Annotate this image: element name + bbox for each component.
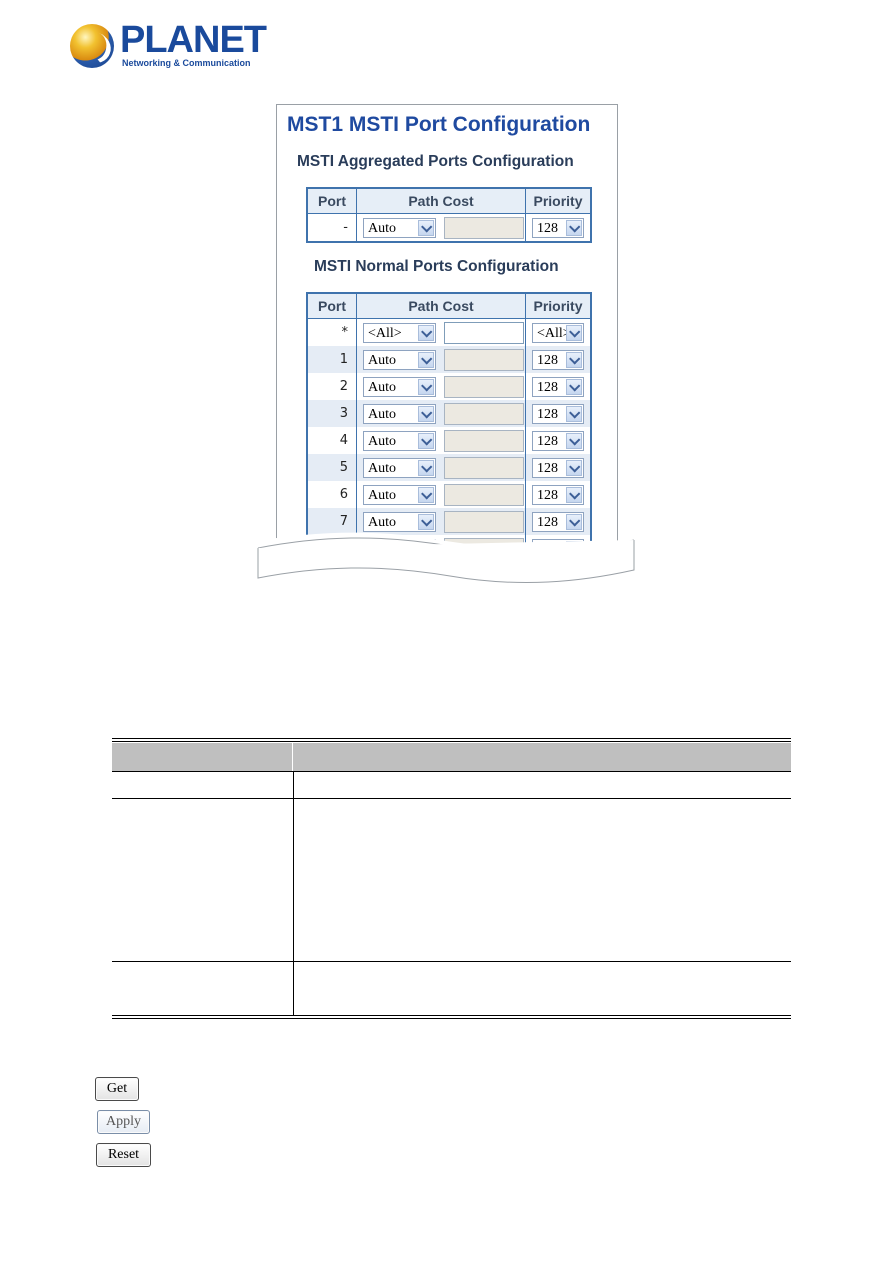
priority-select[interactable]: 128 (532, 484, 584, 505)
header-path-cost: Path Cost (356, 187, 526, 214)
chevron-down-icon (566, 513, 582, 530)
chevron-down-icon (418, 351, 434, 368)
table-row: 3 Auto 128 (306, 400, 592, 427)
path-cost-input[interactable] (444, 348, 524, 371)
reset-button[interactable]: Reset (96, 1143, 151, 1167)
get-button[interactable]: Get (95, 1077, 139, 1101)
header-path-cost: Path Cost (356, 292, 526, 319)
port-cell: * (306, 318, 357, 346)
path-cost-input[interactable] (444, 483, 524, 506)
port-cell: 5 (306, 454, 357, 481)
desc-table-bottom-border (112, 1015, 791, 1019)
chevron-down-icon (418, 378, 434, 395)
path-cost-select[interactable]: Auto (363, 349, 436, 370)
msti-port-config-screenshot: MST1 MSTI Port Configuration MSTI Aggreg… (276, 104, 618, 575)
apply-button[interactable]: Apply (97, 1110, 150, 1134)
chevron-down-icon (418, 459, 434, 476)
table-row: - Auto 128 (306, 213, 592, 242)
port-cell: - (306, 213, 357, 242)
desc-table-top-border (112, 738, 791, 742)
normal-section-title: MSTI Normal Ports Configuration (314, 258, 559, 275)
brand-tagline: Networking & Communication (122, 58, 251, 68)
header-port: Port (306, 292, 357, 319)
port-cell: 1 (306, 346, 357, 373)
brand-name: PLANET (120, 19, 267, 61)
priority-select[interactable]: 128 (532, 349, 584, 370)
path-cost-input[interactable] (444, 402, 524, 425)
path-cost-select[interactable]: Auto (363, 511, 436, 532)
table-row: * <All> <All> (306, 318, 592, 346)
chevron-down-icon (566, 378, 582, 395)
port-cell: 2 (306, 373, 357, 400)
chevron-down-icon (566, 459, 582, 476)
chevron-down-icon (418, 405, 434, 422)
path-cost-select[interactable]: Auto (363, 403, 436, 424)
priority-select[interactable]: 128 (532, 511, 584, 532)
chevron-down-icon (566, 324, 582, 341)
chevron-down-icon (418, 486, 434, 503)
chevron-down-icon (566, 405, 582, 422)
priority-select[interactable]: 128 (532, 376, 584, 397)
table-row: 4 Auto 128 (306, 427, 592, 454)
chevron-down-icon (418, 432, 434, 449)
path-cost-input[interactable] (444, 321, 524, 344)
path-cost-select[interactable]: Auto (363, 376, 436, 397)
desc-table-row (112, 771, 791, 798)
desc-table-row (112, 961, 791, 1016)
path-cost-input[interactable] (444, 456, 524, 479)
table-row: 6 Auto 128 (306, 481, 592, 508)
table-row: 2 Auto 128 (306, 373, 592, 400)
normal-ports-table: Port Path Cost Priority * <All> <All> 1 Auto… (306, 292, 592, 564)
priority-select[interactable]: 128 (532, 217, 584, 238)
table-row: 5 Auto 128 (306, 454, 592, 481)
chevron-down-icon (418, 219, 434, 236)
table-row: 1 Auto 128 (306, 346, 592, 373)
chevron-down-icon (566, 219, 582, 236)
path-cost-select[interactable]: Auto (363, 484, 436, 505)
header-priority: Priority (525, 292, 592, 319)
port-cell: 4 (306, 427, 357, 454)
path-cost-input[interactable] (444, 216, 524, 239)
priority-select[interactable]: 128 (532, 430, 584, 451)
priority-select[interactable]: 128 (532, 457, 584, 478)
chevron-down-icon (566, 486, 582, 503)
path-cost-select[interactable]: Auto (363, 430, 436, 451)
port-cell: 3 (306, 400, 357, 427)
path-cost-select[interactable]: <All> (363, 322, 436, 343)
chevron-down-icon (418, 324, 434, 341)
torn-edge (250, 532, 650, 600)
desc-table-header (112, 743, 791, 771)
planet-logo: PLANET Networking & Communication (70, 20, 267, 72)
path-cost-input[interactable] (444, 375, 524, 398)
header-priority: Priority (525, 187, 592, 214)
desc-table-row (112, 798, 791, 961)
priority-select[interactable]: <All> (532, 322, 584, 343)
aggregated-section-title: MSTI Aggregated Ports Configuration (297, 153, 574, 170)
priority-select[interactable]: 128 (532, 403, 584, 424)
chevron-down-icon (418, 513, 434, 530)
header-port: Port (306, 187, 357, 214)
chevron-down-icon (566, 432, 582, 449)
page-title: MST1 MSTI Port Configuration (287, 113, 591, 136)
path-cost-input[interactable] (444, 429, 524, 452)
path-cost-select[interactable]: Auto (363, 457, 436, 478)
path-cost-select[interactable]: Auto (363, 217, 436, 238)
chevron-down-icon (566, 351, 582, 368)
port-cell: 6 (306, 481, 357, 508)
aggregated-ports-table: Port Path Cost Priority - Auto 128 (306, 187, 592, 243)
